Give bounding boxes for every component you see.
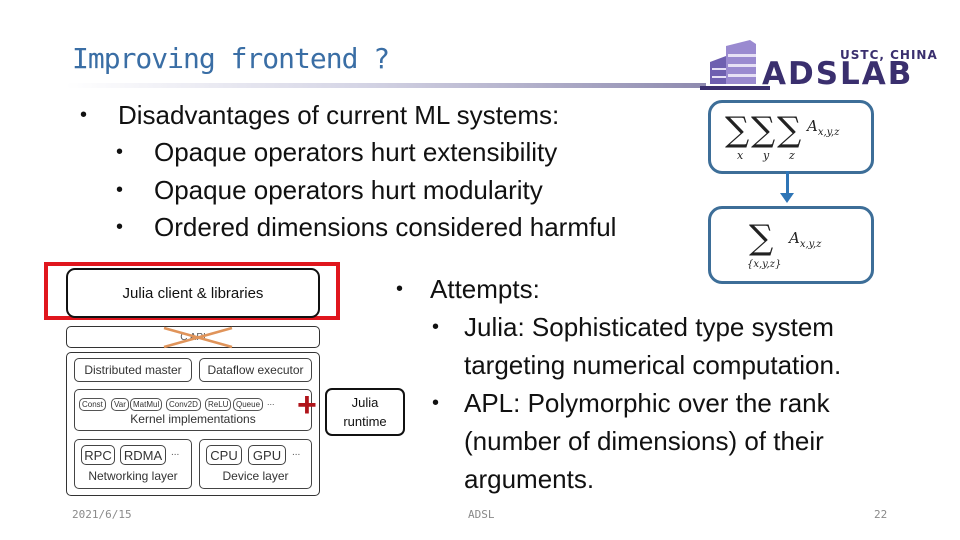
sub-bullet-item: • Julia: Sophisticated type system [396, 308, 841, 346]
adslab-logo: USTC, CHINA ADSLAB [700, 40, 950, 90]
julia-runtime-box: Julia runtime [325, 388, 405, 436]
device-layer-box: CPU GPU ... Device layer [199, 439, 312, 489]
kernel-relu: ReLU [205, 398, 232, 411]
sum-index: x [737, 149, 744, 162]
rdma-box: RDMA [120, 445, 166, 465]
networking-layer-box: RPC RDMA ... Networking layer [74, 439, 192, 489]
bullet-icon: • [80, 104, 88, 126]
footer-date: 2021/6/15 [72, 508, 132, 521]
sub-bullet-item: • APL: Polymorphic over the rank [396, 384, 841, 422]
title-underline [66, 83, 706, 88]
sub-bullet-continuation: (number of dimensions) of their [464, 426, 824, 456]
bullet-item: • Attempts: [396, 270, 841, 308]
gpu-box: GPU [248, 445, 286, 465]
sub-bullet-item: • Ordered dimensions considered harmful [78, 209, 616, 247]
slide-title: Improving frontend ? [72, 42, 390, 75]
device-layer-label: Device layer [222, 469, 289, 483]
bullet-icon: • [116, 178, 124, 201]
networking-more: ... [171, 447, 180, 458]
attempts-list: • Attempts: • Julia: Sophisticated type sy… [396, 270, 841, 498]
sum-symbol: ∑ [777, 110, 802, 150]
sub-bullet-continuation: targeting numerical computation. [464, 350, 842, 380]
tensor-term: Ax,y,z [789, 229, 822, 250]
dataflow-executor-box: Dataflow executor [199, 358, 312, 382]
building-logo-icon [700, 40, 770, 90]
kernel-more: ... [267, 397, 275, 407]
bullet-icon: • [396, 278, 404, 300]
disadvantages-list: • Disadvantages of current ML systems: • O… [78, 96, 616, 247]
sub-bullet-continuation: arguments. [464, 464, 595, 494]
kernel-queue: Queue [233, 398, 264, 411]
arrow-shaft [786, 171, 789, 195]
bullet-icon: • [116, 141, 124, 163]
bullet-icon: • [116, 216, 124, 238]
distributed-master-box: Distributed master [74, 358, 192, 382]
device-more: ... [292, 447, 301, 458]
kernel-conv2d: Conv2D [166, 398, 201, 411]
logo-title: ADSLAB [762, 56, 914, 92]
triple-sum-formula-box: ∑ ∑ ∑ x y z Ax,y,z [708, 100, 874, 174]
sub-bullet-item: • Opaque operators hurt extensibility [78, 134, 616, 172]
arrow-down-icon [780, 193, 794, 203]
sum-index-set: {x,y,z} [747, 259, 782, 270]
cross-out-icon [163, 326, 233, 349]
networking-layer-label: Networking layer [88, 469, 178, 483]
sum-index: z [789, 149, 795, 162]
sum-index: y [763, 149, 770, 162]
tensor-term: Ax,y,z [807, 117, 840, 138]
sum-symbol: ∑ [751, 110, 776, 150]
bullet-icon: • [432, 392, 440, 414]
page-number: 22 [874, 508, 888, 521]
plus-icon: + [297, 386, 317, 424]
kernel-const: Const [79, 398, 106, 411]
kernel-label: Kernel implementations [130, 412, 256, 426]
cpu-box: CPU [206, 445, 242, 465]
sub-bullet-item: • Opaque operators hurt modularity [78, 172, 616, 210]
kernel-matmul: MatMul [130, 398, 163, 411]
bullet-item: • Disadvantages of current ML systems: [78, 96, 616, 134]
footer-center: ADSL [468, 508, 495, 521]
rpc-box: RPC [81, 445, 115, 465]
bullet-icon: • [432, 316, 440, 338]
sum-symbol: ∑ [749, 218, 774, 258]
sum-symbol: ∑ [725, 110, 750, 150]
kernel-implementations-box: Const Var MatMul Conv2D ReLU Queue ... K… [74, 389, 312, 431]
julia-client-box: Julia client & libraries [66, 268, 320, 318]
kernel-var: Var [111, 398, 129, 411]
